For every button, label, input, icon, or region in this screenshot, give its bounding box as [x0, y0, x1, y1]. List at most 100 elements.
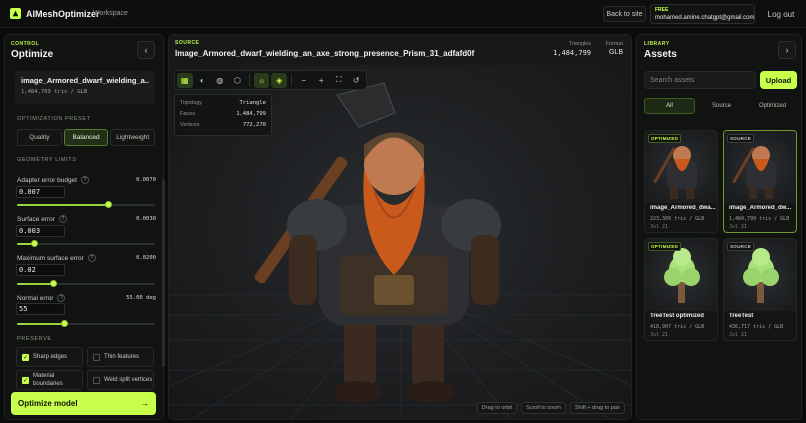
collapse-panel-button[interactable]: ‹ — [137, 41, 155, 59]
option-material-boundaries[interactable]: ✓ Material boundaries — [16, 370, 83, 390]
app-name: AIMeshOptimizer — [26, 9, 100, 19]
surface-error-slider[interactable] — [17, 240, 155, 247]
help-icon[interactable]: ? — [58, 215, 67, 223]
filter-optimized[interactable]: Optimized — [748, 98, 797, 114]
adapter-error-label: Adapter error budget ? — [17, 176, 89, 184]
preset-selector: Quality Balanced Lightweight — [17, 129, 156, 146]
info-value: Triangle — [239, 100, 267, 106]
model-meta: 1,484,799 tris / GLB — [21, 89, 88, 95]
surface-error-input[interactable]: 0.003 — [16, 225, 65, 237]
upload-button[interactable]: Upload — [760, 71, 797, 89]
normal-error-slider[interactable] — [17, 320, 155, 327]
format-value: GLB — [608, 49, 623, 56]
info-faces: Faces 1,484,799 — [180, 109, 266, 120]
asset-date: Jul 21 — [729, 224, 748, 230]
max-surface-error-text: Maximum surface error — [17, 254, 84, 262]
logo-icon — [10, 8, 21, 19]
back-to-site-button[interactable]: Back to site — [603, 6, 646, 22]
zoom-in-icon[interactable]: + — [313, 73, 329, 88]
checkbox-unchecked[interactable] — [93, 376, 100, 384]
assets-panel: LIBRARY Assets › Search assets Upload Al… — [636, 34, 802, 420]
zoom-out-icon[interactable]: − — [296, 73, 312, 88]
chevron-left-icon: ‹ — [144, 45, 148, 55]
option-weld-split-vertices[interactable]: Weld split vertices — [87, 370, 154, 390]
panel-scrollbar[interactable] — [162, 179, 165, 367]
logout-button[interactable]: Log out — [762, 6, 800, 22]
cube-icon[interactable]: ⬡ — [230, 73, 246, 88]
slider-handle[interactable] — [105, 201, 112, 208]
slider-handle[interactable] — [31, 240, 38, 247]
slider-handle[interactable] — [61, 320, 68, 327]
asset-filter: All Source Optimized — [644, 98, 797, 114]
3d-viewport[interactable]: ▦ ◐ ◍ ⬡ ☼ ◈ − + ⛶ ↺ Topology Triangle Fa… — [169, 65, 631, 419]
surface-error-value: 0.0030 — [136, 216, 156, 222]
filter-source[interactable]: Source — [697, 98, 746, 114]
preserve-section-label: PRESERVE — [17, 336, 52, 342]
fit-icon[interactable]: ⛶ — [331, 73, 347, 88]
model-name: image_Armored_dwarf_wielding_a... — [21, 76, 149, 85]
surface-error-text: Surface error — [17, 215, 55, 223]
user-account[interactable]: FREE mohamed.amine.chatgpt@gmail.com — [650, 4, 755, 24]
half-circle-icon[interactable]: ◐ — [195, 73, 211, 88]
triangles-stat: Triangles 1,484,799 — [553, 41, 591, 57]
reset-icon[interactable]: ↺ — [348, 73, 364, 88]
toolbar-divider — [291, 74, 292, 86]
adapter-error-slider[interactable] — [17, 201, 155, 208]
toolbar-divider — [249, 74, 250, 86]
option-sharp-edges[interactable]: ✓ Sharp edges — [16, 347, 83, 367]
checkbox-unchecked[interactable] — [93, 353, 100, 361]
asset-card-selected[interactable]: SOURCE image_Armored_dw... 1,484,799 tri… — [723, 130, 797, 233]
plan-badge: FREE — [655, 7, 669, 13]
viewer-toolbar: ▦ ◐ ◍ ⬡ ☼ ◈ − + ⛶ ↺ — [174, 70, 367, 90]
asset-card[interactable]: OPTIMIZED TreeTest optimized 418,907 tri… — [644, 238, 718, 341]
slider-handle[interactable] — [50, 280, 57, 287]
max-surface-error-label: Maximum surface error ? — [17, 254, 96, 262]
sun-icon[interactable]: ☼ — [253, 72, 270, 88]
search-assets-input[interactable]: Search assets — [644, 71, 756, 89]
optimize-label: Optimize model — [18, 399, 78, 408]
asset-meta: 223,309 tris / GLB — [650, 216, 705, 222]
library-eyebrow: LIBRARY — [644, 41, 670, 47]
filter-all[interactable]: All — [644, 98, 695, 114]
checkbox-checked[interactable]: ✓ — [22, 353, 29, 361]
asset-name: image_Armored_dw... — [729, 205, 792, 211]
normal-error-input[interactable]: 55 — [16, 303, 65, 315]
triangles-value: 1,484,799 — [553, 49, 591, 57]
expand-panel-button[interactable]: › — [778, 41, 796, 59]
adapter-error-text: Adapter error budget — [17, 176, 77, 184]
slider-fill — [17, 323, 64, 325]
info-key: Topology — [180, 100, 203, 106]
asset-card[interactable]: OPTIMIZED image_Armored_dwa... 223,309 t… — [644, 130, 718, 233]
surface-error-label: Surface error ? — [17, 215, 67, 223]
globe-icon[interactable]: ◍ — [212, 73, 228, 88]
preset-section-label: OPTIMIZATION PRESET — [17, 116, 91, 122]
preset-quality[interactable]: Quality — [17, 129, 62, 146]
preset-lightweight[interactable]: Lightweight — [110, 129, 156, 146]
asset-meta: 436,717 tris / GLB — [729, 324, 784, 330]
help-icon[interactable]: ? — [87, 254, 96, 262]
asset-name: TreeTest optimized — [650, 313, 704, 319]
checkbox-checked[interactable]: ✓ — [22, 376, 29, 384]
help-icon[interactable]: ? — [80, 176, 89, 184]
option-thin-features[interactable]: Thin features — [87, 347, 154, 367]
adapter-error-input[interactable]: 0.007 — [16, 186, 65, 198]
grid-icon[interactable]: ▦ — [177, 72, 193, 88]
option-label: Sharp edges — [33, 354, 68, 360]
limits-section-label: GEOMETRY LIMITS — [17, 157, 77, 163]
asset-name: TreeTest — [729, 313, 754, 319]
max-surface-error-slider[interactable] — [17, 280, 155, 287]
option-label: Thin features — [104, 354, 140, 360]
top-bar: AIMeshOptimizer Workspace Back to site F… — [0, 0, 806, 28]
normal-error-value: 55.00 deg — [126, 295, 156, 301]
asset-title: Image_Armored_dwarf_wielding_an_axe_stro… — [175, 49, 475, 58]
preset-balanced[interactable]: Balanced — [63, 129, 109, 146]
optimize-model-button[interactable]: Optimize model → — [11, 392, 156, 415]
layers-icon[interactable]: ◈ — [271, 72, 287, 88]
chevron-right-icon: › — [785, 45, 789, 55]
help-icon[interactable]: ? — [57, 294, 66, 302]
asset-card[interactable]: SOURCE TreeTest 436,717 tris / GLB Jul 2… — [723, 238, 797, 341]
info-topology: Topology Triangle — [180, 98, 266, 109]
source-tag: SOURCE — [727, 134, 755, 143]
option-label: Weld split vertices — [104, 377, 153, 383]
max-surface-error-input[interactable]: 0.02 — [16, 264, 65, 276]
